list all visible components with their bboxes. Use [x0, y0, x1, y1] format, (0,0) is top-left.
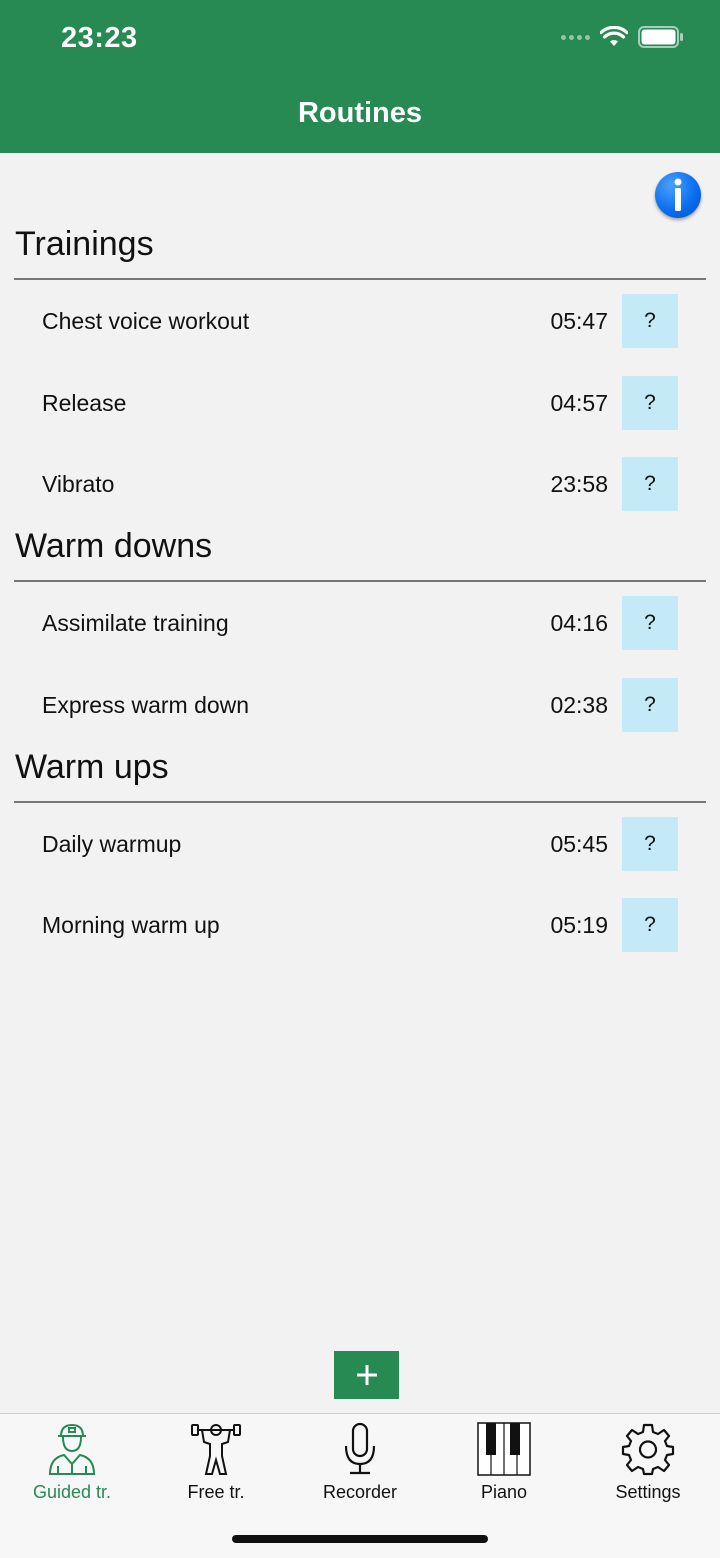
routine-row[interactable]: Release 04:57 ? — [0, 376, 720, 432]
tab-label: Recorder — [322, 1482, 398, 1502]
tab-piano[interactable]: Piano — [432, 1420, 576, 1504]
routine-help-button[interactable]: ? — [622, 596, 678, 650]
status-time: 23:23 — [61, 22, 138, 54]
tab-label: Guided tr. — [32, 1482, 112, 1502]
routine-name: Daily warmup — [42, 831, 182, 857]
section-divider — [14, 278, 706, 280]
dumbbell-person-icon — [191, 1424, 241, 1475]
routine-name: Assimilate training — [42, 610, 229, 636]
tab-settings[interactable]: Settings — [576, 1420, 720, 1504]
routine-name: Release — [42, 390, 127, 416]
battery-icon — [638, 26, 683, 48]
section-title-warm-ups: Warm ups — [15, 748, 169, 786]
app-screen: 23:23 Routines Trainings Chest voice wor… — [0, 0, 720, 1558]
info-icon — [674, 178, 682, 211]
section-title-trainings: Trainings — [15, 225, 154, 263]
routine-duration: 05:47 — [550, 308, 608, 334]
section-title-warm-downs: Warm downs — [15, 527, 213, 565]
routine-help-button[interactable]: ? — [622, 294, 678, 348]
routine-duration: 05:19 — [550, 912, 608, 938]
gear-icon — [621, 1423, 675, 1476]
plus-icon — [356, 1365, 377, 1385]
routine-name: Express warm down — [42, 692, 250, 718]
tab-label: Piano — [480, 1482, 528, 1502]
microphone-icon — [344, 1422, 376, 1475]
routine-help-button[interactable]: ? — [622, 376, 678, 430]
routine-row[interactable]: Assimilate training 04:16 ? — [0, 596, 720, 652]
routine-duration: 04:57 — [550, 390, 608, 416]
tab-recorder[interactable]: Recorder — [288, 1420, 432, 1504]
routine-row[interactable]: Daily warmup 05:45 ? — [0, 817, 720, 873]
page-title: Routines — [297, 97, 423, 129]
tab-label: Settings — [615, 1482, 681, 1502]
tab-label: Free tr. — [187, 1482, 245, 1502]
piano-keys-icon — [477, 1422, 531, 1476]
routine-help-button[interactable]: ? — [622, 817, 678, 871]
routine-help-button[interactable]: ? — [622, 457, 678, 511]
nav-header: 23:23 Routines — [0, 0, 720, 153]
home-indicator — [232, 1535, 488, 1543]
section-divider — [14, 580, 706, 582]
add-routine-button[interactable] — [334, 1351, 399, 1399]
routine-duration: 05:45 — [550, 831, 608, 857]
status-indicators — [561, 26, 684, 48]
routine-help-button[interactable]: ? — [622, 898, 678, 952]
cellular-signal-icon — [561, 34, 590, 40]
routine-help-button[interactable]: ? — [622, 678, 678, 732]
routine-row[interactable]: Vibrato 23:58 ? — [0, 457, 720, 513]
routine-duration: 23:58 — [550, 471, 608, 497]
routine-name: Chest voice workout — [42, 308, 250, 334]
section-divider — [14, 801, 706, 803]
info-button[interactable] — [655, 172, 701, 218]
routine-row[interactable]: Express warm down 02:38 ? — [0, 678, 720, 734]
routine-duration: 02:38 — [550, 692, 608, 718]
routine-name: Morning warm up — [42, 912, 220, 938]
tab-guided-training[interactable]: Guided tr. — [0, 1420, 144, 1504]
tab-free-training[interactable]: Free tr. — [144, 1420, 288, 1504]
routine-name: Vibrato — [42, 471, 115, 497]
routine-row[interactable]: Morning warm up 05:19 ? — [0, 898, 720, 954]
routine-duration: 04:16 — [550, 610, 608, 636]
wifi-icon — [600, 26, 628, 46]
trainer-icon — [48, 1423, 96, 1475]
routine-row[interactable]: Chest voice workout 05:47 ? — [0, 294, 720, 350]
